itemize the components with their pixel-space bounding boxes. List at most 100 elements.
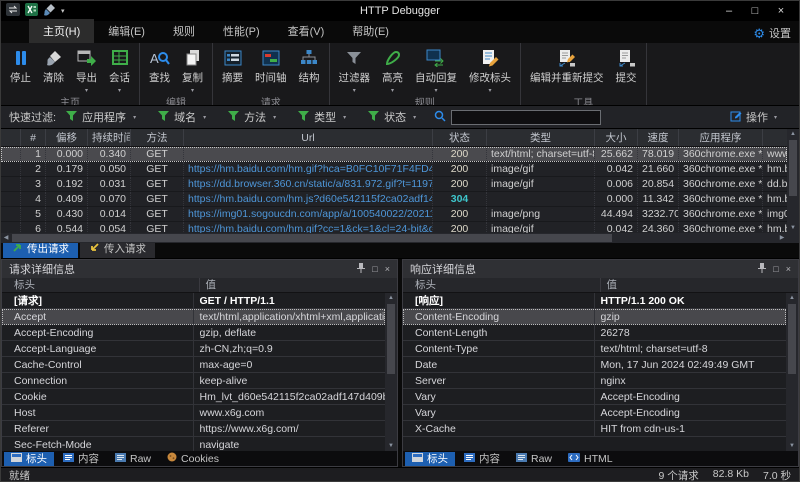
pin-icon[interactable] — [758, 263, 766, 275]
response-header-row-1[interactable]: Content-Encodinggzip — [403, 309, 786, 325]
response-header-row-6[interactable]: VaryAccept-Encoding — [403, 389, 786, 405]
menu-tab-3[interactable]: 性能(P) — [209, 19, 274, 43]
request-header-row-8[interactable]: Refererhttps://www.x6g.com/ — [2, 421, 385, 437]
quick-filter-3[interactable]: 类型▾ — [298, 109, 346, 125]
response-panel-tab-Raw[interactable]: Raw — [509, 452, 559, 466]
scroll-up-icon[interactable]: ▲ — [786, 293, 798, 303]
grid-column-header-2[interactable]: 持续时间 — [88, 129, 131, 146]
response-header-row-5[interactable]: Servernginx — [403, 373, 786, 389]
response-panel-tab-标头[interactable]: 标头 — [405, 452, 455, 466]
scroll-down-icon[interactable]: ▼ — [787, 223, 799, 233]
scroll-up-icon[interactable]: ▲ — [787, 129, 799, 139]
response-header-row-3[interactable]: Content-Typetext/html; charset=utf-8 — [403, 341, 786, 357]
ribbon-button-filter[interactable]: 过滤器▾ — [333, 45, 377, 94]
ribbon-button-submit[interactable]: 提交 — [610, 45, 643, 94]
request-header-row-4[interactable]: Cache-Controlmax-age=0 — [2, 357, 385, 373]
excel-export-icon[interactable] — [25, 3, 38, 19]
request-header-row-1[interactable]: Accepttext/html,application/xhtml+xml,ap… — [2, 309, 385, 325]
request-row-1[interactable]: 10.0000.340GET200text/html; charset=utf-… — [1, 147, 787, 162]
ribbon-button-brush[interactable]: 清除 — [37, 45, 70, 94]
ribbon-button-export[interactable]: 导出▾ — [70, 45, 103, 94]
scroll-right-icon[interactable]: ▶ — [777, 233, 787, 243]
request-row-4[interactable]: 40.4090.070GEThttps://hm.baidu.com/hm.js… — [1, 192, 787, 207]
ribbon-button-modheaders[interactable]: 修改标头▾ — [463, 45, 517, 94]
grid-column-header-9[interactable]: 应用程序 — [679, 129, 763, 146]
response-header-row-8[interactable]: X-CacheHIT from cdn-us-1 — [403, 421, 786, 437]
panel-vertical-scrollbar[interactable]: ▲ ▼ — [786, 293, 798, 451]
request-panel-tab-内容[interactable]: 内容 — [56, 452, 106, 466]
scrollbar-thumb[interactable] — [789, 140, 797, 196]
close-icon[interactable]: × — [385, 264, 390, 274]
grid-column-header-7[interactable]: 大小 — [595, 129, 638, 146]
quick-filter-4[interactable]: 状态▾ — [368, 109, 416, 125]
ribbon-button-summary[interactable]: 摘要 — [216, 45, 249, 94]
request-header-row-0[interactable]: [请求]GET / HTTP/1.1 — [2, 293, 385, 309]
close-button[interactable]: × — [768, 1, 794, 21]
request-header-row-6[interactable]: CookieHm_lvt_d60e542115f2ca02adf147d409b… — [2, 389, 385, 405]
column-header-name[interactable]: 标头 — [2, 278, 200, 292]
request-panel-tab-Raw[interactable]: Raw — [108, 452, 158, 466]
maximize-button[interactable]: □ — [742, 1, 768, 21]
ribbon-button-structure[interactable]: 结构 — [293, 45, 326, 94]
ribbon-button-pause[interactable]: 停止 — [4, 45, 37, 94]
request-header-row-5[interactable]: Connectionkeep-alive — [2, 373, 385, 389]
response-header-row-4[interactable]: DateMon, 17 Jun 2024 02:49:49 GMT — [403, 357, 786, 373]
grid-column-header-0[interactable]: # — [21, 129, 46, 146]
scroll-left-icon[interactable]: ◀ — [1, 233, 11, 243]
ribbon-button-highlight[interactable]: 高亮▾ — [376, 45, 409, 94]
ribbon-button-copy[interactable]: 复制▾ — [176, 45, 209, 94]
popout-icon[interactable]: □ — [773, 264, 778, 274]
search-input[interactable] — [451, 110, 601, 125]
response-header-row-2[interactable]: Content-Length26278 — [403, 325, 786, 341]
request-row-3[interactable]: 30.1920.031GEThttps://dd.browser.360.cn/… — [1, 177, 787, 192]
pin-icon[interactable] — [357, 263, 365, 275]
request-header-row-3[interactable]: Accept-Languagezh-CN,zh;q=0.9 — [2, 341, 385, 357]
clear-brush-icon[interactable] — [43, 3, 56, 19]
close-icon[interactable]: × — [786, 264, 791, 274]
quick-filter-0[interactable]: 应用程序▾ — [66, 109, 136, 125]
grid-column-header-4[interactable]: Url — [184, 129, 433, 146]
scroll-down-icon[interactable]: ▼ — [385, 441, 397, 451]
menu-tab-5[interactable]: 帮助(E) — [338, 19, 403, 43]
grid-column-header-5[interactable]: 状态 — [433, 129, 487, 146]
menu-tab-4[interactable]: 查看(V) — [274, 19, 339, 43]
response-panel-tab-内容[interactable]: 内容 — [457, 452, 507, 466]
menu-tab-0[interactable]: 主页(H) — [29, 19, 94, 43]
ribbon-button-resubmit[interactable]: 编辑并重新提交 — [524, 45, 610, 94]
request-header-row-9[interactable]: Sec-Fetch-Modenavigate — [2, 437, 385, 451]
grid-column-header-6[interactable]: 类型 — [487, 129, 595, 146]
settings-button[interactable]: ⚙ 设置 — [753, 25, 791, 41]
action-button[interactable]: 操作 ▾ — [730, 109, 777, 125]
response-header-row-7[interactable]: VaryAccept-Encoding — [403, 405, 786, 421]
grid-column-header-1[interactable]: 偏移 — [46, 129, 88, 146]
column-header-value[interactable]: 值 — [200, 278, 398, 292]
scrollbar-thumb[interactable] — [12, 234, 612, 242]
grid-vertical-scrollbar[interactable]: ▲ ▼ — [787, 129, 799, 233]
ribbon-button-autoreply[interactable]: 自动回复▾ — [409, 45, 463, 94]
menu-tab-2[interactable]: 规则 — [159, 19, 209, 43]
request-row-6[interactable]: 60.5440.054GEThttps://hm.baidu.com/hm.gi… — [1, 222, 787, 233]
response-header-row-0[interactable]: [响应]HTTP/1.1 200 OK — [403, 293, 786, 309]
quick-access-caret-icon[interactable]: ▾ — [61, 7, 65, 15]
scroll-up-icon[interactable]: ▲ — [385, 293, 397, 303]
column-header-value[interactable]: 值 — [601, 278, 799, 292]
request-row-2[interactable]: 20.1790.050GEThttps://hm.baidu.com/hm.gi… — [1, 162, 787, 177]
grid-horizontal-scrollbar[interactable]: ◀ ▶ — [1, 233, 787, 243]
column-header-name[interactable]: 标头 — [403, 278, 601, 292]
minimize-button[interactable]: – — [716, 1, 742, 21]
ribbon-button-session[interactable]: 会话▾ — [103, 45, 136, 94]
grid-column-header-8[interactable]: 速度 — [638, 129, 679, 146]
app-swap-icon[interactable] — [6, 3, 20, 19]
scrollbar-thumb[interactable] — [387, 304, 395, 374]
scroll-down-icon[interactable]: ▼ — [786, 441, 798, 451]
request-panel-tab-标头[interactable]: 标头 — [4, 452, 54, 466]
request-header-row-7[interactable]: Hostwww.x6g.com — [2, 405, 385, 421]
grid-column-header-3[interactable]: 方法 — [131, 129, 184, 146]
response-panel-tab-HTML[interactable]: HTML — [561, 452, 620, 466]
popout-icon[interactable]: □ — [372, 264, 377, 274]
menu-tab-1[interactable]: 编辑(E) — [94, 19, 159, 43]
panel-vertical-scrollbar[interactable]: ▲ ▼ — [385, 293, 397, 451]
request-header-row-2[interactable]: Accept-Encodinggzip, deflate — [2, 325, 385, 341]
ribbon-button-timeline[interactable]: 时间轴 — [249, 45, 293, 94]
request-panel-tab-Cookies[interactable]: Cookies — [160, 452, 226, 466]
